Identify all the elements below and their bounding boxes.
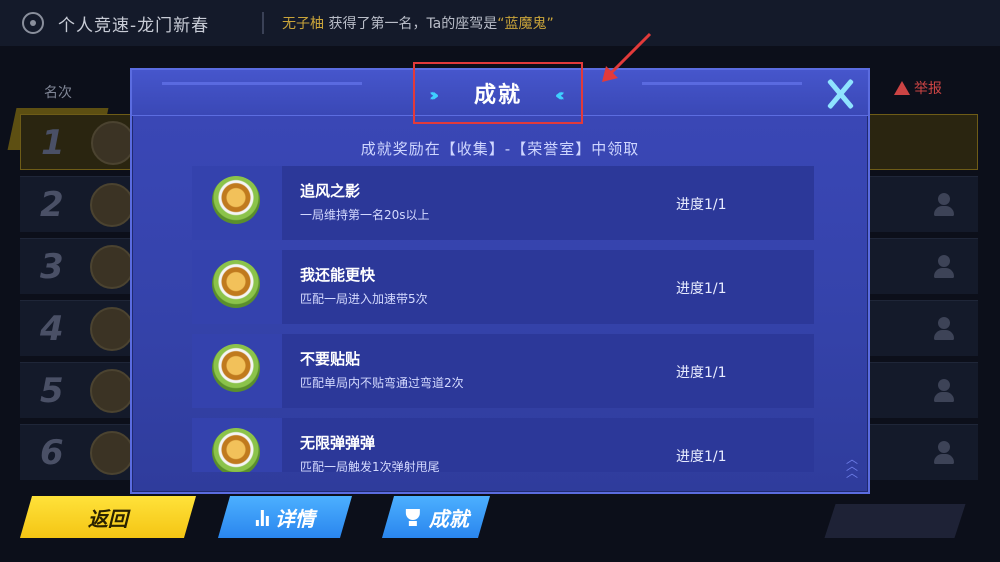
add-friend-icon[interactable]	[934, 317, 956, 341]
achievements-label: 成就	[429, 506, 469, 531]
achievement-description: 匹配一局进入加速带5次	[300, 292, 428, 306]
add-friend-icon[interactable]	[934, 193, 956, 217]
back-label: 返回	[88, 506, 128, 531]
avatar	[90, 307, 134, 351]
mode-title: 个人竞速-龙门新春	[58, 16, 210, 36]
rank-column-header: 名次	[44, 85, 72, 101]
rank-number: 1	[41, 123, 65, 163]
car-medal-icon	[212, 344, 260, 392]
achievement-name: 追风之影	[300, 182, 361, 200]
rank-number: 5	[40, 371, 64, 411]
avatar	[90, 245, 134, 289]
achievements-button[interactable]: 成就	[381, 496, 491, 538]
achievement-item: 无限弹弹弹 匹配一局触发1次弹射甩尾 进度1/1	[192, 418, 814, 472]
broadcast-car: “蓝魔鬼”	[497, 16, 554, 32]
achievement-icon-box	[192, 418, 282, 472]
chevron-left-icon: ‹‹‹	[554, 85, 566, 106]
achievements-dialog: ››› 成就 ‹‹‹ 成就奖励在【收集】-【荣誉室】中领取 追风之影 一局维持第…	[130, 62, 870, 494]
report-button[interactable]: 举报	[894, 78, 942, 98]
achievement-progress: 进度1/1	[676, 197, 727, 213]
broadcast-text: 获得了第一名，Ta的座驾是	[328, 16, 498, 32]
annotation-arrow-icon	[602, 32, 652, 82]
dialog-title: 成就	[473, 83, 522, 108]
add-friend-icon[interactable]	[934, 379, 956, 403]
achievement-item: 追风之影 一局维持第一名20s以上 进度1/1	[192, 166, 814, 240]
achievement-name: 无限弹弹弹	[300, 434, 376, 452]
rank-number: 3	[40, 247, 64, 287]
avatar	[90, 431, 134, 475]
chevron-right-icon: ›››	[429, 85, 440, 106]
achievement-progress: 进度1/1	[676, 449, 727, 465]
bar-chart-icon	[255, 509, 269, 525]
background-action-bar	[824, 504, 966, 538]
achievement-description: 匹配单局内不贴弯通过弯道2次	[300, 376, 464, 390]
achievement-icon-box	[192, 166, 282, 240]
add-friend-icon[interactable]	[934, 441, 956, 465]
top-bar: 个人竞速-龙门新春 无子柚 获得了第一名，Ta的座驾是“蓝魔鬼”	[0, 0, 1000, 46]
achievement-name: 我还能更快	[300, 266, 376, 284]
report-label: 举报	[914, 81, 942, 97]
achievement-item: 我还能更快 匹配一局进入加速带5次 进度1/1	[192, 250, 814, 324]
rank-number: 2	[40, 185, 64, 225]
warning-icon	[894, 81, 910, 95]
scroll-down-icon: ︿ ︿ ︿	[846, 452, 859, 480]
achievement-item: 不要贴贴 匹配单局内不贴弯通过弯道2次 进度1/1	[192, 334, 814, 408]
avatar	[91, 121, 135, 165]
achievement-progress: 进度1/1	[676, 281, 727, 297]
achievement-description: 匹配一局触发1次弹射甩尾	[300, 460, 440, 472]
rank-number: 6	[40, 433, 64, 473]
details-button[interactable]: 详情	[217, 496, 353, 538]
chevron-rank-medal-icon	[212, 260, 260, 308]
header-stripe	[642, 82, 802, 85]
achievement-progress: 进度1/1	[676, 365, 727, 381]
achievement-icon-box	[192, 334, 282, 408]
broadcast-player: 无子柚	[282, 16, 324, 32]
details-label: 详情	[274, 506, 315, 531]
dialog-title-highlight: ››› 成就 ‹‹‹	[413, 62, 583, 124]
close-button[interactable]	[820, 74, 860, 112]
avatar	[90, 369, 134, 413]
add-friend-icon[interactable]	[934, 255, 956, 279]
achievement-name: 不要贴贴	[300, 350, 361, 368]
speed-medal-icon	[212, 176, 260, 224]
header-stripe	[162, 82, 362, 85]
tank-medal-icon	[212, 428, 260, 472]
settings-icon[interactable]	[22, 12, 44, 34]
avatar	[90, 183, 134, 227]
achievement-icon-box	[192, 250, 282, 324]
achievement-description: 一局维持第一名20s以上	[300, 208, 430, 222]
trophy-icon	[403, 508, 423, 526]
reward-hint: 成就奖励在【收集】-【荣誉室】中领取	[360, 140, 640, 158]
rank-number: 4	[40, 309, 64, 349]
back-button[interactable]: 返回	[19, 496, 197, 538]
divider	[262, 12, 264, 34]
achievement-list[interactable]: 追风之影 一局维持第一名20s以上 进度1/1 我还能更快 匹配一局进入加速带5…	[192, 166, 814, 472]
broadcast-message: 无子柚 获得了第一名，Ta的座驾是“蓝魔鬼”	[282, 13, 554, 33]
